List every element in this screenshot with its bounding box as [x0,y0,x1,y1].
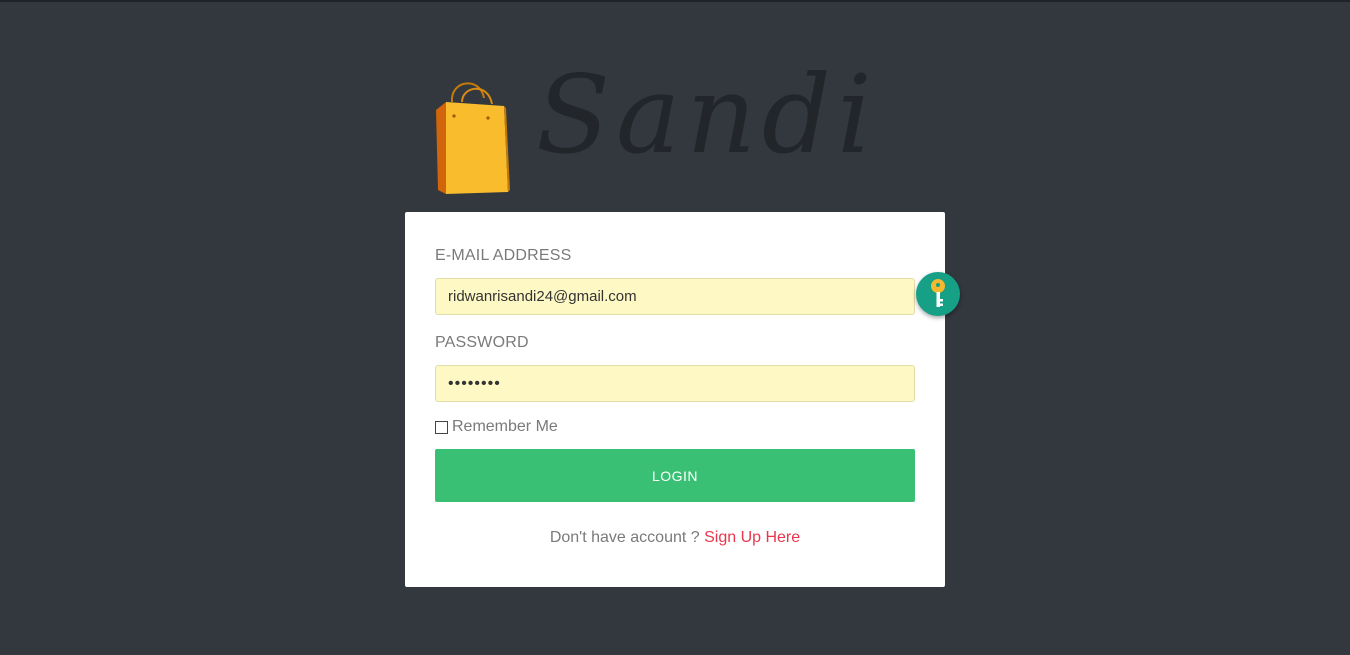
brand-name: Sandi [536,53,878,178]
signup-prompt: Don't have account ? [549,529,700,546]
login-button[interactable]: LOGIN [435,449,915,502]
remember-me-option[interactable]: Remember Me [435,418,558,436]
password-manager-button[interactable] [916,272,960,316]
signup-link[interactable]: Sign Up Here [704,529,800,546]
remember-me-checkbox[interactable] [435,420,448,434]
password-label: PASSWORD [435,334,529,351]
signup-prompt-line: Don't have account ? Sign Up Here [405,529,945,547]
password-field[interactable] [435,365,915,402]
email-field[interactable] [435,278,915,315]
remember-me-label: Remember Me [452,418,558,435]
key-icon [931,279,945,307]
shopping-bag-icon [436,82,510,194]
email-label: E-MAIL ADDRESS [435,247,572,264]
brand-logo: Sandi [432,62,912,205]
login-card: E-MAIL ADDRESS PASSWORD Remember Me LOGI… [405,212,945,587]
